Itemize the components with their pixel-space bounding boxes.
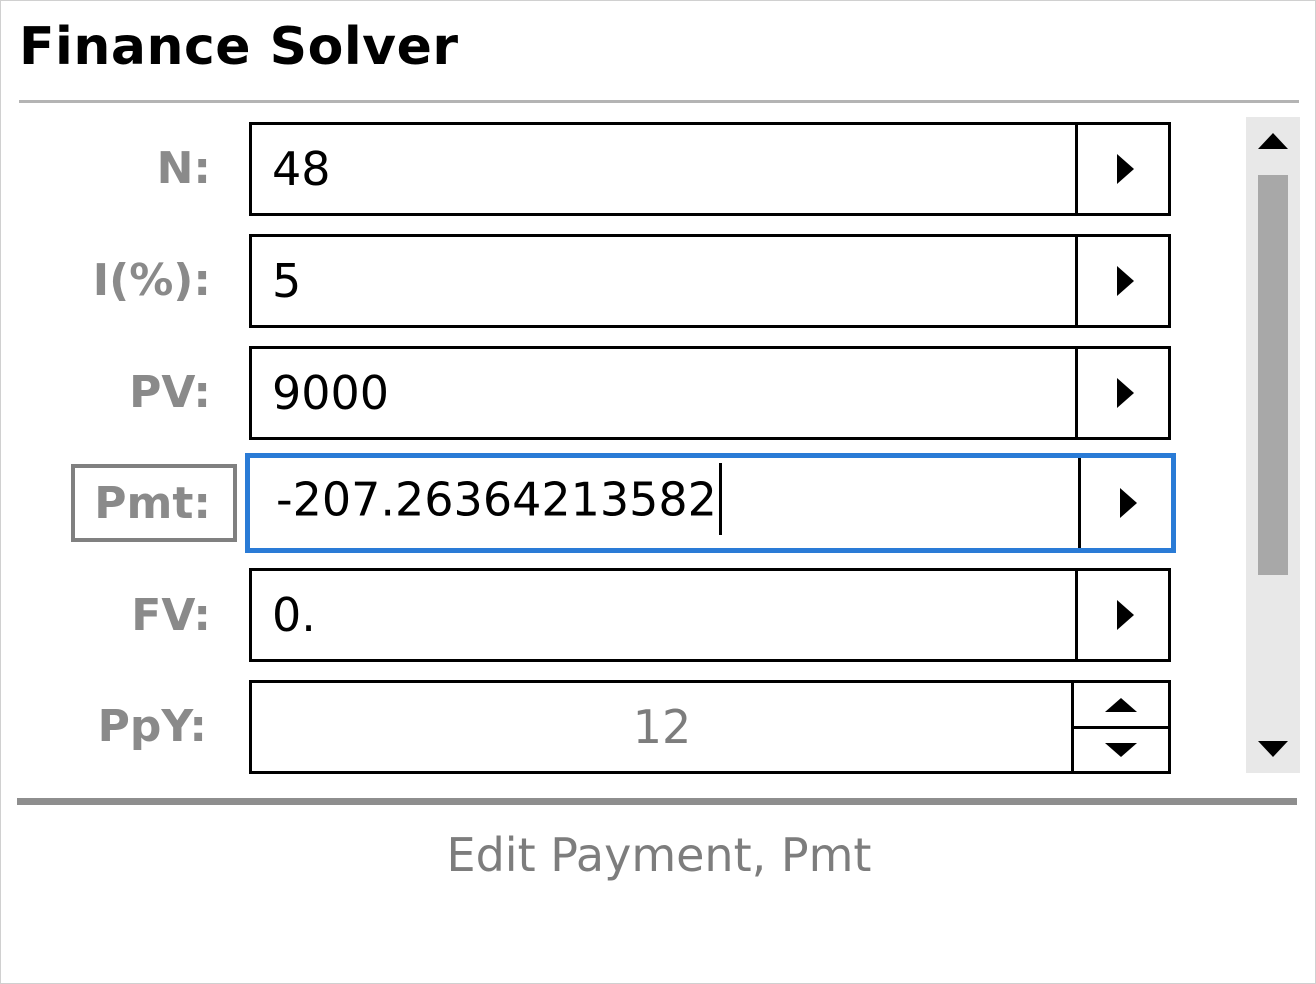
triangle-right-icon: [1116, 154, 1134, 184]
status-divider: [17, 798, 1297, 805]
field-pmt-text: -207.26364213582: [276, 472, 717, 527]
title-divider: [19, 100, 1299, 103]
label-fv: FV:: [131, 590, 211, 641]
triangle-down-icon: [1105, 742, 1137, 757]
text-caret: [718, 463, 722, 535]
finance-solver-window: Finance Solver N: 48 I(%): 5 PV: 9000 Pm…: [0, 0, 1316, 984]
spinner-buttons: [1071, 683, 1168, 771]
scroll-thumb[interactable]: [1258, 175, 1288, 575]
triangle-right-icon: [1116, 600, 1134, 630]
spin-down-button[interactable]: [1074, 728, 1168, 771]
triangle-right-icon: [1116, 266, 1134, 296]
field-fv-value[interactable]: 0.: [272, 587, 316, 643]
label-ppy: PpY:: [97, 701, 207, 752]
field-pmt-value[interactable]: -207.26364213582: [276, 463, 722, 535]
field-ppy-value[interactable]: 12: [252, 699, 1072, 755]
field-ppy-spinner[interactable]: 12: [249, 680, 1171, 774]
field-interest-value[interactable]: 5: [272, 253, 301, 309]
field-fv-menu-button[interactable]: [1075, 571, 1168, 659]
triangle-up-icon: [1105, 697, 1137, 712]
field-pv-menu-button[interactable]: [1075, 349, 1168, 437]
field-pv[interactable]: 9000: [249, 346, 1171, 440]
label-n: N:: [156, 143, 211, 194]
vertical-scrollbar[interactable]: [1246, 117, 1300, 773]
triangle-right-icon: [1116, 378, 1134, 408]
triangle-right-icon: [1119, 488, 1137, 518]
page-title: Finance Solver: [19, 17, 459, 77]
field-pmt[interactable]: -207.26364213582: [245, 453, 1176, 553]
status-text: Edit Payment, Pmt: [446, 828, 872, 882]
field-n[interactable]: 48: [249, 122, 1171, 216]
scroll-down-arrow-icon[interactable]: [1258, 741, 1288, 757]
field-pmt-menu-button[interactable]: [1078, 458, 1171, 548]
field-pv-value[interactable]: 9000: [272, 365, 389, 421]
field-n-value[interactable]: 48: [272, 141, 331, 197]
field-interest[interactable]: 5: [249, 234, 1171, 328]
spin-up-button[interactable]: [1074, 683, 1168, 729]
label-pmt: Pmt:: [94, 478, 211, 529]
field-n-menu-button[interactable]: [1075, 125, 1168, 213]
label-interest: I(%):: [92, 255, 211, 306]
scroll-up-arrow-icon[interactable]: [1258, 133, 1288, 149]
field-fv[interactable]: 0.: [249, 568, 1171, 662]
label-pv: PV:: [129, 367, 211, 418]
field-interest-menu-button[interactable]: [1075, 237, 1168, 325]
